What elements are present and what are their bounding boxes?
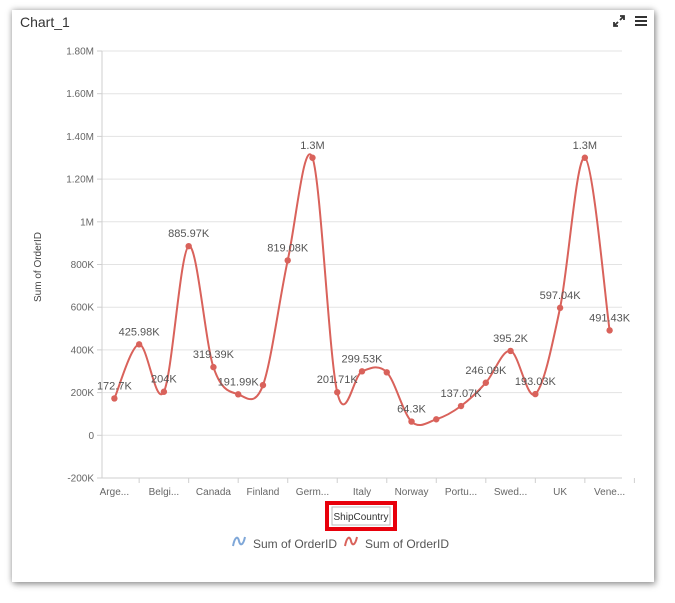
data-label: 64.3K	[397, 404, 426, 416]
data-label: 491.43K	[589, 312, 631, 324]
data-label: 597.04K	[540, 290, 582, 302]
chart-widget: Chart_1 -200K 0 200K 400K 600K 800K 1M 1.20M 1.4…	[12, 10, 654, 582]
data-point[interactable]	[358, 368, 366, 375]
legend-swatch-icon	[232, 536, 246, 547]
data-point[interactable]	[433, 416, 440, 423]
legend-swatch-icon	[344, 536, 358, 547]
data-label: 1.3M	[300, 140, 324, 152]
data-label: 137.07K	[441, 388, 483, 400]
data-label: 319.39K	[193, 349, 235, 361]
data-label: 425.98K	[119, 326, 161, 338]
legend-item-1[interactable]: Sum of OrderID	[232, 536, 337, 551]
y-axis-title: Sum of OrderID	[33, 232, 44, 302]
data-point[interactable]	[259, 381, 267, 389]
x-tick-label: Vene...	[594, 487, 625, 498]
y-tick-label: 400K	[71, 345, 95, 356]
y-tick-label: 800K	[71, 260, 95, 271]
data-label: 1.3M	[573, 140, 597, 152]
legend-label: Sum of OrderID	[365, 537, 449, 551]
data-point[interactable]	[284, 257, 291, 264]
data-point[interactable]	[383, 369, 390, 376]
data-point[interactable]	[334, 389, 341, 396]
x-tick-label: Arge...	[100, 487, 129, 498]
x-axis-title[interactable]: ShipCountry	[333, 512, 388, 523]
y-tick-label: 600K	[71, 303, 95, 314]
y-tick-label: 0	[88, 431, 94, 442]
x-tick-label: Canada	[196, 487, 231, 498]
data-label: 819.08K	[267, 242, 309, 254]
data-point[interactable]	[606, 327, 613, 334]
data-point[interactable]	[309, 154, 316, 161]
data-point[interactable]	[581, 154, 589, 161]
data-labels: 172.7K 425.98K 204K 885.97K 319.39K 191.99K 81…	[97, 140, 631, 416]
y-tick-labels: -200K 0 200K 400K 600K 800K 1M 1.20M 1.40M 1.60M 1…	[66, 47, 94, 485]
data-point[interactable]	[532, 390, 539, 398]
data-point[interactable]	[210, 363, 217, 371]
data-point[interactable]	[408, 418, 415, 425]
y-tick-label: 200K	[71, 388, 95, 399]
y-tick-label: 1M	[80, 217, 94, 228]
data-label: 204K	[151, 374, 177, 386]
data-label: 885.97K	[168, 228, 210, 240]
y-tick-label: -200K	[67, 474, 94, 485]
x-tick-label: UK	[553, 487, 567, 498]
x-tick-label: Germ...	[296, 487, 329, 498]
data-label: 191.99K	[218, 376, 260, 388]
y-tick-label: 1.80M	[66, 47, 94, 58]
data-point[interactable]	[185, 242, 192, 250]
data-label: 395.2K	[493, 333, 529, 345]
legend: Sum of OrderID Sum of OrderID	[232, 536, 449, 551]
data-point[interactable]	[234, 391, 242, 398]
y-tick-label: 1.40M	[66, 132, 94, 143]
data-label: 246.09K	[465, 365, 507, 377]
data-point[interactable]	[160, 388, 168, 395]
data-point[interactable]	[507, 347, 514, 355]
x-tick-label: Finland	[247, 487, 280, 498]
y-tick-label: 1.20M	[66, 175, 94, 186]
x-tick-label: Portu...	[445, 487, 477, 498]
legend-label: Sum of OrderID	[253, 537, 337, 551]
x-tick-label: Swed...	[494, 487, 527, 498]
y-tick-label: 1.60M	[66, 89, 94, 100]
x-tick-label: Norway	[395, 487, 429, 498]
line-chart: -200K 0 200K 400K 600K 800K 1M 1.20M 1.40M 1.60M 1…	[33, 47, 635, 551]
x-tick-labels: Arge... Belgi... Canada Finland Germ... Italy…	[100, 478, 635, 498]
x-tick-label: Italy	[353, 487, 371, 498]
data-label: 193.03K	[515, 376, 557, 388]
data-label: 299.53K	[342, 353, 384, 365]
data-label: 172.7K	[97, 380, 133, 392]
x-tick-label: Belgi...	[149, 487, 180, 498]
grid-lines	[97, 50, 622, 479]
data-label: 201.71K	[317, 374, 359, 386]
data-point[interactable]	[135, 341, 143, 348]
legend-item-2[interactable]: Sum of OrderID	[344, 536, 449, 551]
data-point[interactable]	[111, 395, 118, 402]
data-point[interactable]	[457, 402, 465, 410]
data-point[interactable]	[556, 304, 564, 312]
data-point[interactable]	[482, 379, 490, 386]
